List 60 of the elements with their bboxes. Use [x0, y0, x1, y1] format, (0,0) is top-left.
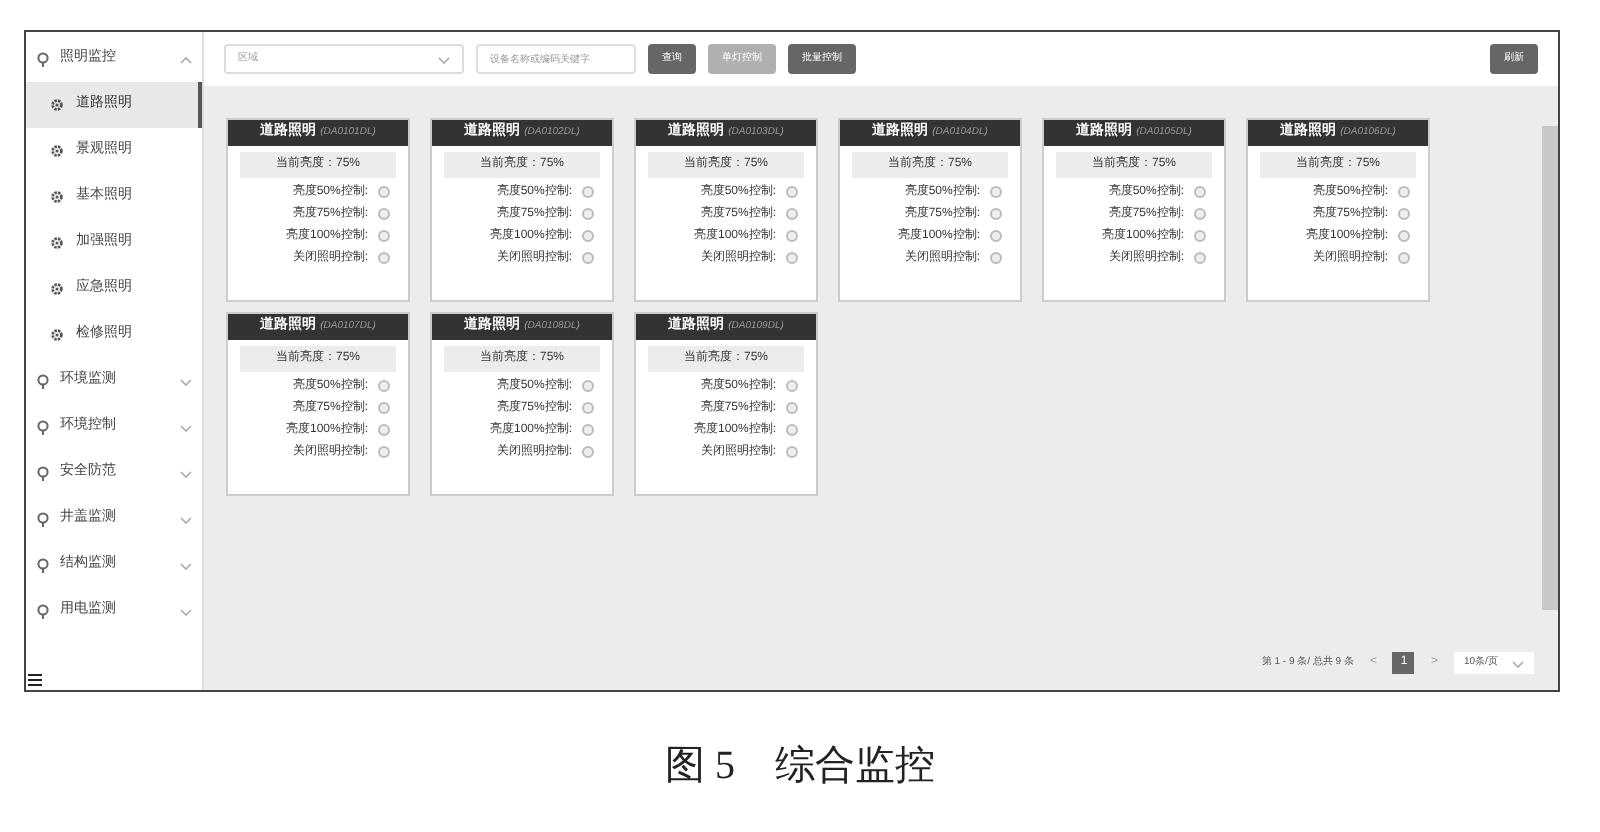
radio-button[interactable] — [378, 252, 390, 264]
radio-button[interactable] — [786, 230, 798, 242]
radio-button[interactable] — [786, 252, 798, 264]
radio-button[interactable] — [786, 380, 798, 392]
chevron-icon — [180, 561, 192, 569]
location-pin-icon — [36, 419, 50, 435]
location-pin-icon — [36, 603, 50, 619]
radio-button[interactable] — [378, 446, 390, 458]
radio-button[interactable] — [582, 446, 594, 458]
radio-button[interactable] — [990, 252, 1002, 264]
radio-button[interactable] — [1194, 186, 1206, 198]
radio-button[interactable] — [582, 402, 594, 414]
menu-icon[interactable] — [28, 674, 42, 686]
radio-button[interactable] — [1194, 208, 1206, 220]
radio-button[interactable] — [1194, 252, 1206, 264]
radio-button[interactable] — [582, 380, 594, 392]
radio-button[interactable] — [378, 380, 390, 392]
radio-button[interactable] — [786, 186, 798, 198]
chevron-icon — [438, 55, 450, 63]
radio-button[interactable] — [582, 252, 594, 264]
gear-icon — [50, 98, 64, 112]
radio-button[interactable] — [1398, 208, 1410, 220]
chevron-icon — [1512, 659, 1524, 667]
radio-button[interactable] — [786, 208, 798, 220]
chevron-icon — [180, 55, 192, 63]
gear-icon — [50, 190, 64, 204]
location-pin-icon — [36, 557, 50, 573]
radio-button[interactable] — [378, 186, 390, 198]
radio-button[interactable] — [378, 208, 390, 220]
gear-icon — [50, 236, 64, 250]
gear-icon — [50, 282, 64, 296]
radio-button[interactable] — [1398, 252, 1410, 264]
radio-button[interactable] — [378, 424, 390, 436]
radio-button[interactable] — [786, 446, 798, 458]
radio-button[interactable] — [1398, 230, 1410, 242]
radio-button[interactable] — [786, 402, 798, 414]
location-pin-icon — [36, 51, 50, 67]
location-pin-icon — [36, 373, 50, 389]
radio-button[interactable] — [582, 208, 594, 220]
chevron-icon — [180, 515, 192, 523]
figure-caption: 图 5 综合监控 — [665, 742, 935, 792]
chevron-icon — [180, 469, 192, 477]
radio-button[interactable] — [990, 186, 1002, 198]
chevron-icon — [180, 377, 192, 385]
chevron-icon — [180, 423, 192, 431]
gear-icon — [50, 144, 64, 158]
radio-button[interactable] — [1398, 186, 1410, 198]
location-pin-icon — [36, 511, 50, 527]
radio-button[interactable] — [378, 402, 390, 414]
radio-button[interactable] — [990, 230, 1002, 242]
radio-button[interactable] — [1194, 230, 1206, 242]
radio-button[interactable] — [582, 186, 594, 198]
location-pin-icon — [36, 465, 50, 481]
radio-button[interactable] — [582, 230, 594, 242]
radio-button[interactable] — [378, 230, 390, 242]
chevron-icon — [180, 607, 192, 615]
radio-button[interactable] — [786, 424, 798, 436]
radio-button[interactable] — [990, 208, 1002, 220]
radio-button[interactable] — [582, 424, 594, 436]
gear-icon — [50, 328, 64, 342]
